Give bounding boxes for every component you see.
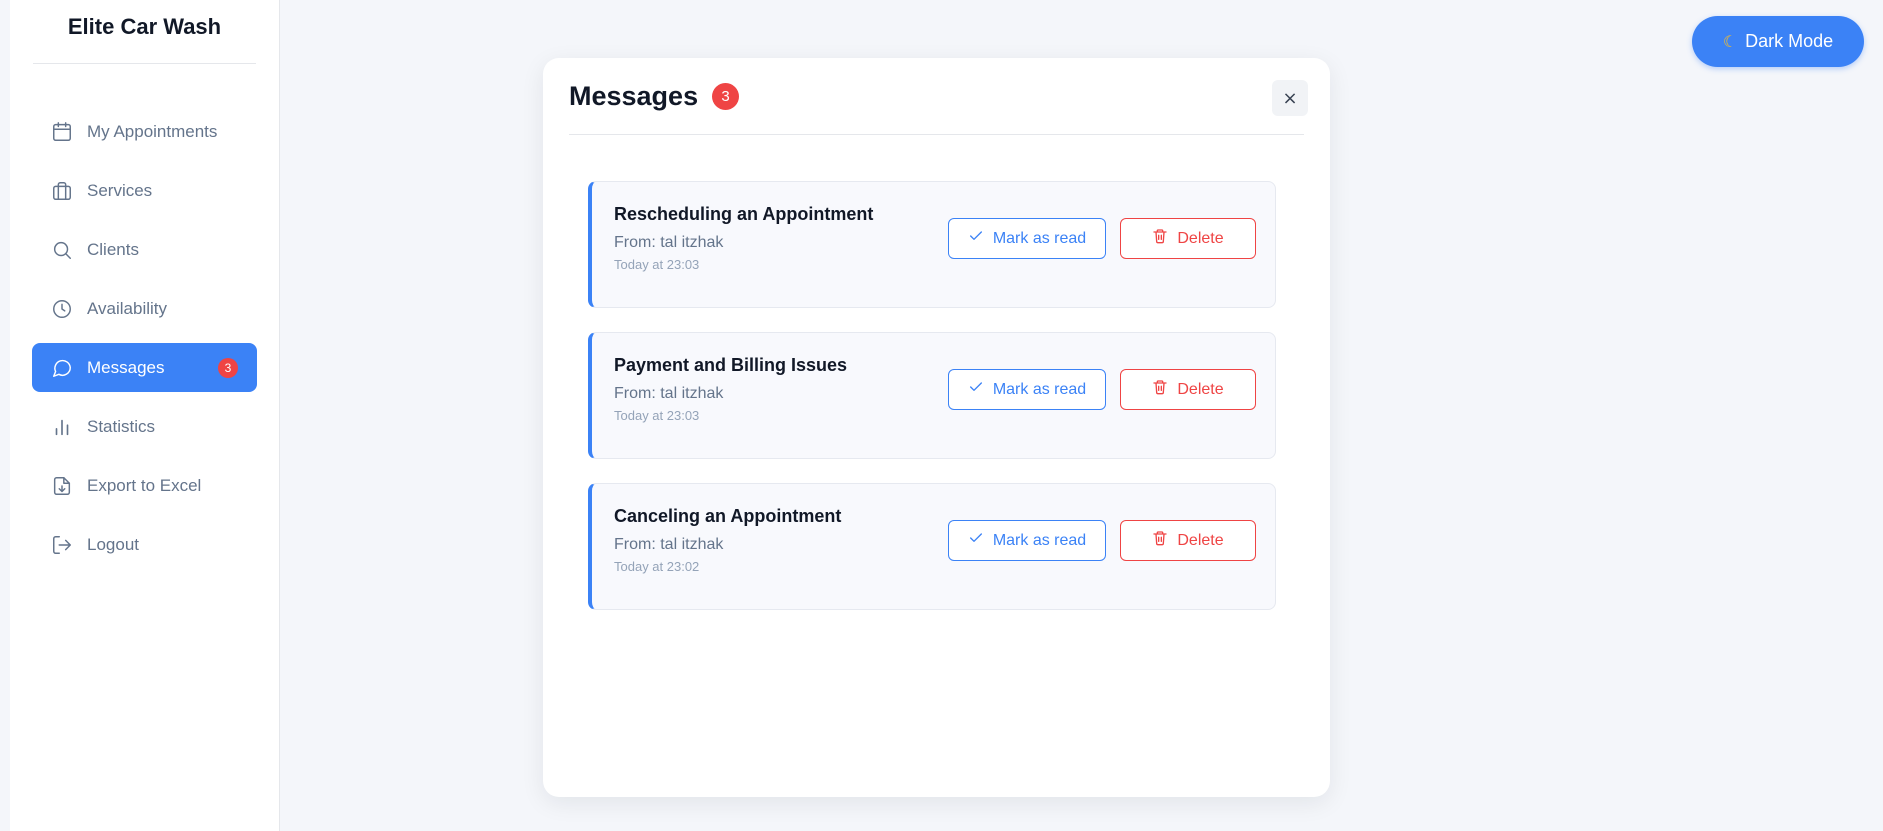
- sidebar-item-services[interactable]: Services: [32, 166, 257, 215]
- sidebar-item-logout[interactable]: Logout: [32, 520, 257, 569]
- sidebar-item-my-appointments[interactable]: My Appointments: [32, 107, 257, 156]
- calendar-icon: [50, 120, 74, 144]
- sidebar-item-statistics[interactable]: Statistics: [32, 402, 257, 451]
- trash-icon: [1152, 379, 1168, 400]
- trash-icon: [1152, 530, 1168, 551]
- message-icon: [50, 356, 74, 380]
- delete-label: Delete: [1177, 531, 1224, 549]
- sidebar: Elite Car Wash My Appointments Services …: [10, 0, 280, 831]
- sidebar-item-clients[interactable]: Clients: [32, 225, 257, 274]
- message-list: Rescheduling an Appointment From: tal it…: [588, 181, 1276, 634]
- sidebar-item-export-excel[interactable]: Export to Excel: [32, 461, 257, 510]
- message-card: Payment and Billing Issues From: tal itz…: [588, 332, 1276, 459]
- sidebar-item-label: Messages: [87, 357, 165, 377]
- message-count-badge: 3: [712, 82, 740, 110]
- moon-icon: ☾: [1722, 33, 1738, 51]
- check-icon: [968, 379, 984, 400]
- sidebar-item-label: Availability: [87, 298, 168, 318]
- mark-as-read-button[interactable]: Mark as read: [948, 520, 1106, 561]
- sidebar-item-label: Export to Excel: [87, 475, 202, 495]
- messages-modal: Messages 3 × Rescheduling an Appointment…: [543, 58, 1330, 797]
- delete-label: Delete: [1177, 380, 1224, 398]
- message-subject: Rescheduling an Appointment: [614, 204, 874, 224]
- check-icon: [968, 228, 984, 249]
- file-download-icon: [50, 474, 74, 498]
- brand-title: Elite Car Wash: [33, 0, 256, 64]
- unread-count-badge: 3: [218, 358, 238, 378]
- message-timestamp: Today at 23:02: [614, 559, 700, 574]
- mark-as-read-button[interactable]: Mark as read: [948, 369, 1106, 410]
- message-sender: From: tal itzhak: [614, 385, 724, 402]
- trash-icon: [1152, 228, 1168, 249]
- modal-header: Messages 3: [569, 58, 1304, 135]
- sidebar-nav: My Appointments Services Clients Availab…: [10, 107, 279, 569]
- check-icon: [968, 530, 984, 551]
- dark-mode-toggle[interactable]: ☾ Dark Mode: [1692, 16, 1864, 67]
- message-timestamp: Today at 23:03: [614, 257, 700, 272]
- message-sender: From: tal itzhak: [614, 234, 724, 251]
- clock-icon: [50, 297, 74, 321]
- delete-button[interactable]: Delete: [1120, 520, 1256, 561]
- dark-mode-label: Dark Mode: [1745, 31, 1834, 51]
- briefcase-icon: [50, 179, 74, 203]
- mark-as-read-label: Mark as read: [992, 531, 1087, 549]
- sidebar-item-messages[interactable]: Messages 3: [32, 343, 257, 392]
- delete-button[interactable]: Delete: [1120, 369, 1256, 410]
- message-card: Canceling an Appointment From: tal itzha…: [588, 483, 1276, 610]
- sidebar-item-label: My Appointments: [87, 121, 218, 141]
- sidebar-item-label: Logout: [87, 534, 139, 554]
- message-subject: Payment and Billing Issues: [614, 355, 848, 375]
- sidebar-item-label: Services: [87, 180, 153, 200]
- delete-button[interactable]: Delete: [1120, 218, 1256, 259]
- message-subject: Canceling an Appointment: [614, 506, 842, 526]
- message-timestamp: Today at 23:03: [614, 408, 700, 423]
- message-card: Rescheduling an Appointment From: tal it…: [588, 181, 1276, 308]
- sidebar-item-label: Clients: [87, 239, 139, 259]
- search-icon: [50, 238, 74, 262]
- logout-icon: [50, 533, 74, 557]
- bar-chart-icon: [50, 415, 74, 439]
- mark-as-read-button[interactable]: Mark as read: [948, 218, 1106, 259]
- modal-title: Messages: [569, 80, 699, 111]
- sidebar-item-label: Statistics: [87, 416, 156, 436]
- mark-as-read-label: Mark as read: [992, 380, 1087, 398]
- sidebar-item-availability[interactable]: Availability: [32, 284, 257, 333]
- mark-as-read-label: Mark as read: [992, 229, 1087, 247]
- delete-label: Delete: [1177, 229, 1224, 247]
- close-modal-button[interactable]: ×: [1272, 80, 1308, 116]
- message-sender: From: tal itzhak: [614, 536, 724, 553]
